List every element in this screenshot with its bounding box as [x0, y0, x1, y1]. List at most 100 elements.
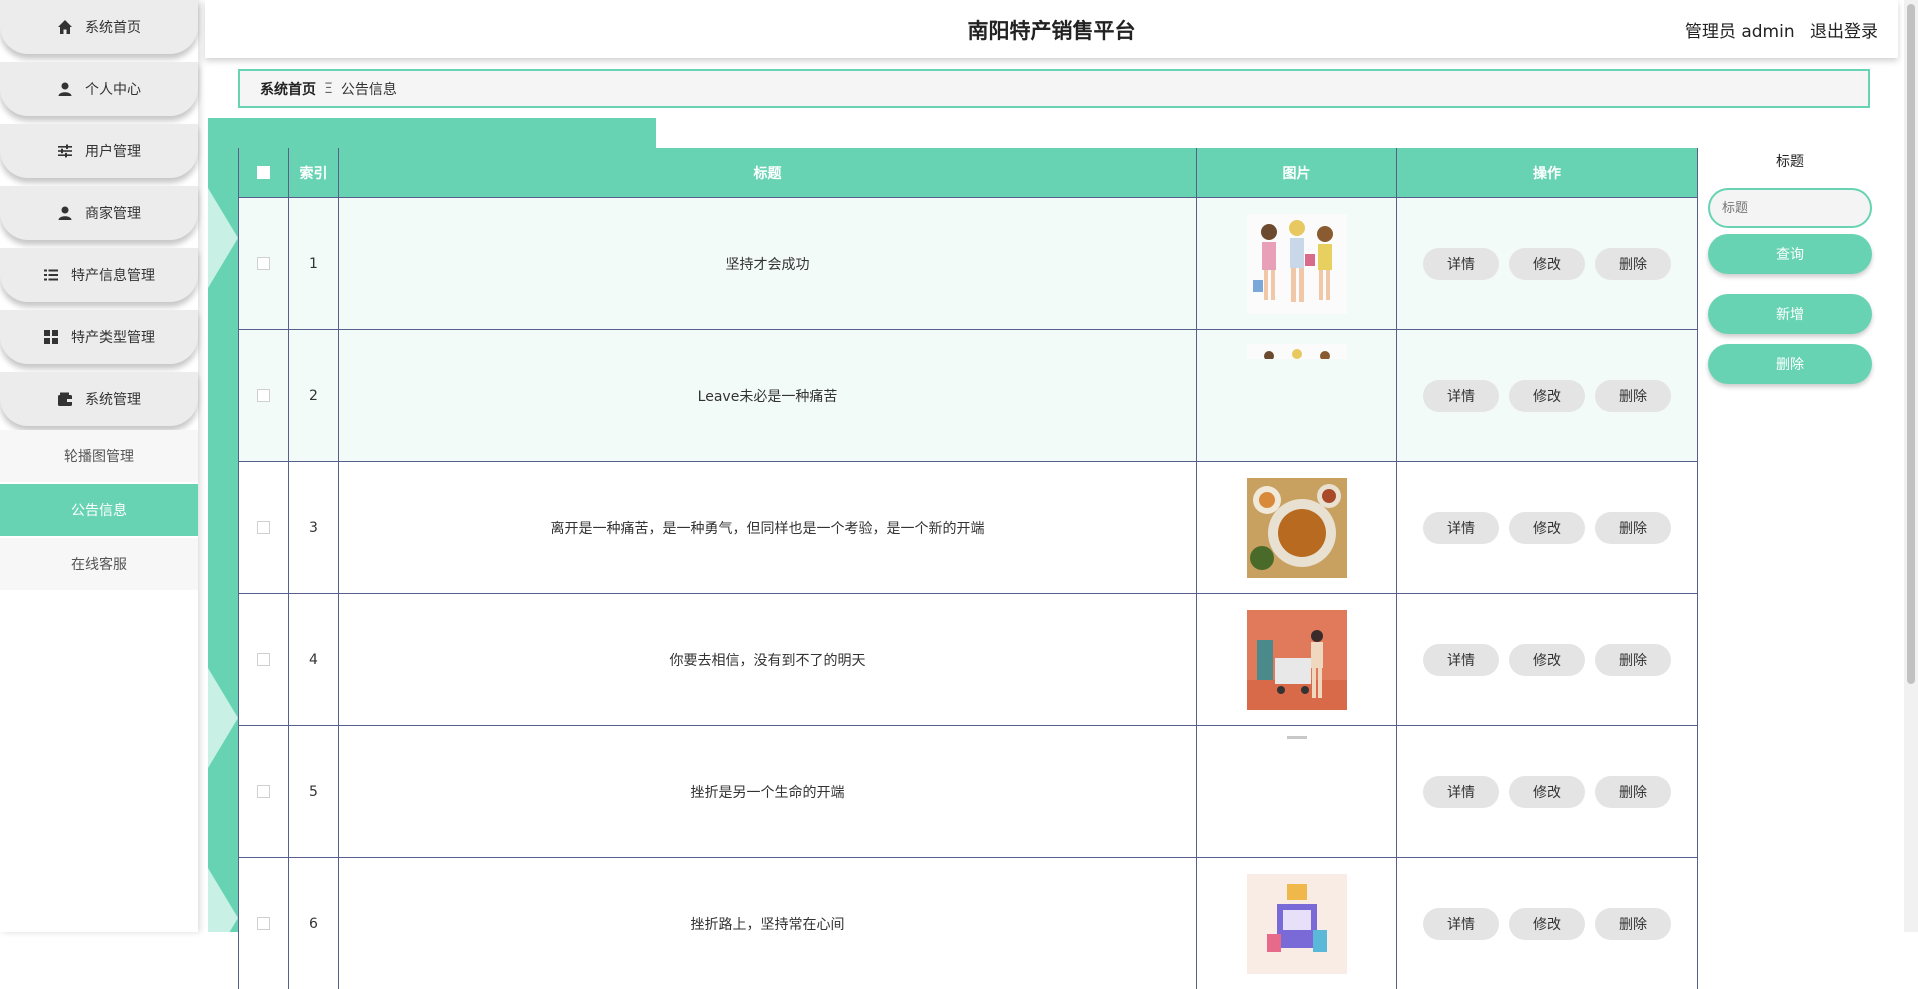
menu-item-label: 系统首页 — [85, 20, 141, 36]
row-title: 你要去相信，没有到不了的明天 — [339, 594, 1197, 725]
menu-item-label: 个人中心 — [85, 82, 141, 98]
row-index: 1 — [289, 198, 339, 329]
table-row: 2 Leave未必是一种痛苦 详情 修改 删除 — [239, 329, 1697, 461]
row-index: 3 — [289, 462, 339, 593]
user-icon — [58, 82, 72, 96]
table-row: 6 挫折路上，坚持常在心间 详情 修改 删除 — [239, 857, 1697, 989]
delete-button[interactable]: 删除 — [1595, 379, 1671, 412]
row-title: 坚持才会成功 — [339, 198, 1197, 329]
delete-button[interactable]: 删除 — [1595, 247, 1671, 280]
table-row: 4 你要去相信，没有到不了的明天 详情 修改 删除 — [239, 593, 1697, 725]
menu-item-profile[interactable]: 个人中心 — [0, 62, 198, 116]
search-panel: 标题 查询 新增 删除 — [1708, 150, 1872, 384]
row-checkbox[interactable] — [257, 257, 270, 270]
row-checkbox[interactable] — [257, 521, 270, 534]
add-button[interactable]: 新增 — [1708, 294, 1872, 334]
detail-button[interactable]: 详情 — [1423, 379, 1499, 412]
row-title: 挫折路上，坚持常在心间 — [339, 858, 1197, 989]
sidebar-item-carousel[interactable]: 轮播图管理 — [0, 430, 198, 482]
decorative-band — [208, 118, 656, 148]
delete-button[interactable]: 删除 — [1595, 511, 1671, 544]
edit-button[interactable]: 修改 — [1509, 247, 1585, 280]
sliders-icon — [58, 144, 72, 158]
top-bar: 南阳特产销售平台 管理员 admin 退出登录 — [205, 0, 1898, 58]
user-label: 管理员 admin — [1684, 22, 1795, 42]
fashion-girls-icon — [1246, 213, 1347, 314]
detail-button[interactable]: 详情 — [1423, 775, 1499, 808]
menu-item-users[interactable]: 用户管理 — [0, 124, 198, 178]
detail-button[interactable]: 详情 — [1423, 907, 1499, 940]
search-label: 标题 — [1776, 154, 1804, 170]
row-checkbox[interactable] — [257, 653, 270, 666]
table-header: 索引 标题 图片 操作 — [239, 148, 1697, 197]
edit-button[interactable]: 修改 — [1509, 907, 1585, 940]
detail-button[interactable]: 详情 — [1423, 511, 1499, 544]
query-button[interactable]: 查询 — [1708, 234, 1872, 274]
scroll-thumb[interactable] — [1907, 4, 1915, 684]
header-picture: 图片 — [1197, 148, 1397, 197]
sidebar-item-label: 在线客服 — [71, 557, 127, 573]
menu-item-home[interactable]: 系统首页 — [0, 0, 198, 54]
table-row: 1 坚持才会成功 详情 修改 删除 — [239, 197, 1697, 329]
sidebar-item-label: 公告信息 — [71, 503, 127, 519]
cropped-image-icon — [1286, 736, 1307, 739]
edit-button[interactable]: 修改 — [1509, 775, 1585, 808]
select-all-checkbox[interactable] — [257, 166, 270, 179]
sidebar-item-online-service[interactable]: 在线客服 — [0, 538, 198, 590]
row-index: 6 — [289, 858, 339, 989]
header-index: 索引 — [289, 148, 339, 197]
breadcrumb-separator: Ξ — [324, 80, 333, 97]
table-row: 3 离开是一种痛苦，是一种勇气，但同样也是一个考验，是一个新的开端 详情 修改 … — [239, 461, 1697, 593]
food-plate-icon — [1246, 477, 1347, 578]
online-shop-icon — [1246, 873, 1347, 974]
title-search-input[interactable] — [1708, 188, 1872, 228]
breadcrumb-home[interactable]: 系统首页 — [260, 79, 316, 99]
sidebar: 系统首页 个人中心 用户管理 商家管理 特产信息管理 特产类型管理 系统管理 轮… — [0, 0, 198, 932]
list-icon — [44, 269, 58, 281]
page-scrollbar[interactable] — [1904, 0, 1918, 932]
row-index: 4 — [289, 594, 339, 725]
row-checkbox[interactable] — [257, 785, 270, 798]
edit-button[interactable]: 修改 — [1509, 379, 1585, 412]
breadcrumb: 系统首页 Ξ 公告信息 — [238, 69, 1870, 108]
cropped-image-icon — [1246, 344, 1347, 359]
menu-item-label: 商家管理 — [85, 206, 141, 222]
grid-icon — [44, 330, 58, 344]
announcement-table: 索引 标题 图片 操作 1 坚持才会成功 详情 修改 删除 2 Leave未必是… — [238, 148, 1698, 989]
logout-link[interactable]: 退出登录 — [1810, 22, 1878, 42]
home-icon — [58, 20, 72, 34]
row-index: 5 — [289, 726, 339, 857]
delete-button[interactable]: 删除 — [1595, 643, 1671, 676]
row-title: Leave未必是一种痛苦 — [339, 330, 1197, 461]
row-checkbox[interactable] — [257, 917, 270, 930]
menu-item-label: 用户管理 — [85, 144, 141, 160]
user-icon — [58, 206, 72, 220]
user-area: 管理员 admin 退出登录 — [1675, 17, 1878, 42]
sidebar-item-announcements[interactable]: 公告信息 — [0, 484, 198, 536]
row-checkbox[interactable] — [257, 389, 270, 402]
header-actions: 操作 — [1533, 165, 1561, 182]
delete-button[interactable]: 删除 — [1595, 907, 1671, 940]
decorative-strip — [208, 148, 238, 932]
site-title: 南阳特产销售平台 — [967, 19, 1136, 43]
shopping-cart-icon — [1246, 609, 1347, 710]
edit-button[interactable]: 修改 — [1509, 511, 1585, 544]
row-index: 2 — [289, 330, 339, 461]
detail-button[interactable]: 详情 — [1423, 247, 1499, 280]
menu-item-system[interactable]: 系统管理 — [0, 372, 198, 426]
menu-item-product-types[interactable]: 特产类型管理 — [0, 310, 198, 364]
edit-button[interactable]: 修改 — [1509, 643, 1585, 676]
sidebar-item-label: 轮播图管理 — [64, 449, 134, 465]
batch-delete-button[interactable]: 删除 — [1708, 344, 1872, 384]
wallet-icon — [58, 392, 72, 406]
row-title: 挫折是另一个生命的开端 — [339, 726, 1197, 857]
menu-item-products[interactable]: 特产信息管理 — [0, 248, 198, 302]
header-title: 标题 — [339, 148, 1197, 197]
breadcrumb-current: 公告信息 — [340, 81, 397, 98]
menu-item-label: 特产类型管理 — [71, 330, 155, 346]
menu-item-label: 特产信息管理 — [71, 268, 155, 284]
menu-item-label: 系统管理 — [85, 392, 141, 408]
menu-item-merchants[interactable]: 商家管理 — [0, 186, 198, 240]
detail-button[interactable]: 详情 — [1423, 643, 1499, 676]
delete-button[interactable]: 删除 — [1595, 775, 1671, 808]
